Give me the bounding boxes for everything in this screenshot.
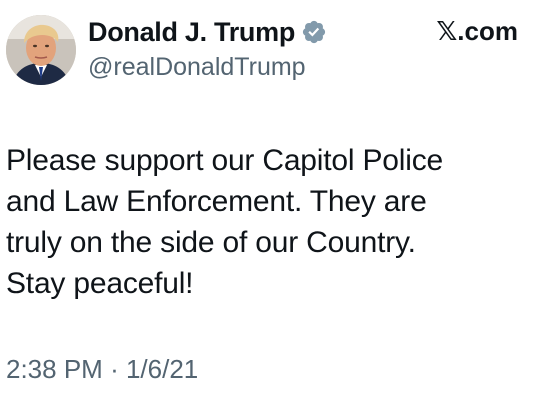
- avatar-image: [6, 15, 76, 85]
- tweet-header: Donald J. Trump @realDonaldTrump 𝕏.com: [6, 13, 526, 88]
- author-handle[interactable]: @realDonaldTrump: [88, 53, 327, 82]
- avatar[interactable]: [6, 15, 76, 85]
- display-name[interactable]: Donald J. Trump: [88, 17, 295, 48]
- verified-badge-icon: [301, 19, 327, 45]
- tweet-text-line: truly on the side of our Country.: [6, 226, 416, 259]
- timestamp-separator: ·: [110, 354, 119, 384]
- tweet-text-line: Please support our Capitol Police: [6, 144, 443, 177]
- tweet-text-line: and Law Enforcement. They are: [6, 185, 427, 218]
- source-label: 𝕏.com: [436, 16, 518, 46]
- tweet-text-line: Stay peaceful!: [6, 267, 194, 300]
- tweet-time: 2:38 PM: [6, 354, 103, 384]
- tweet-timestamp[interactable]: 2:38 PM · 1/6/21: [6, 354, 198, 385]
- tweet-date: 1/6/21: [125, 354, 199, 384]
- tweet-text: Please support our Capitol Police and La…: [6, 140, 526, 304]
- author-block: Donald J. Trump @realDonaldTrump: [88, 13, 327, 82]
- display-name-row: Donald J. Trump: [88, 13, 327, 51]
- tweet-card: Donald J. Trump @realDonaldTrump 𝕏.com P…: [0, 0, 534, 400]
